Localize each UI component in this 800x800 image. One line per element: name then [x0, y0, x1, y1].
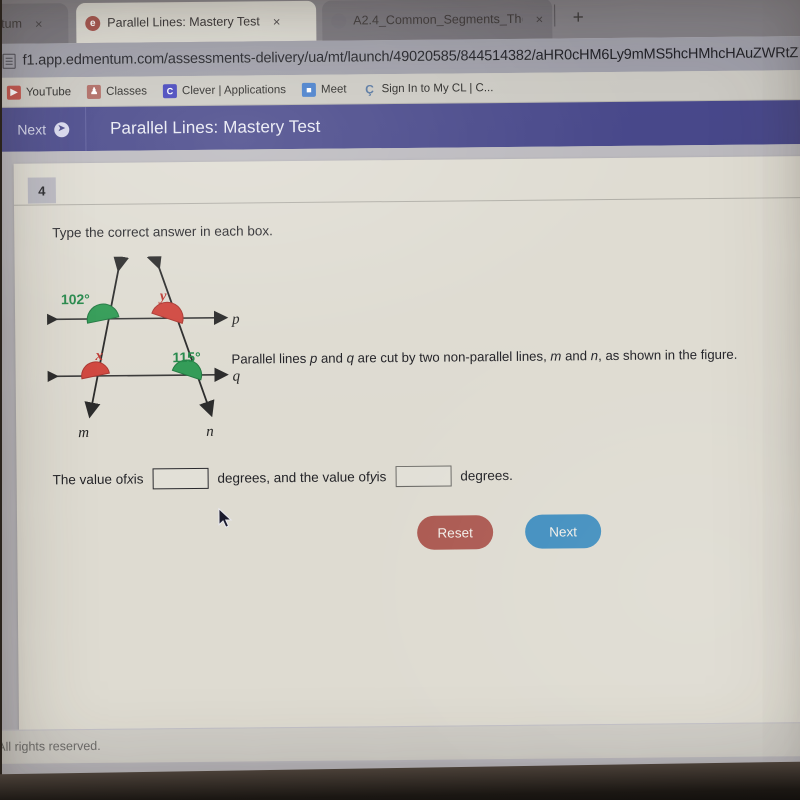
next-button[interactable]: Next: [524, 514, 602, 549]
question-divider: [13, 197, 800, 206]
browser-tab-2-title: Parallel Lines: Mastery Test: [107, 14, 260, 30]
angle-label-x: x: [94, 348, 103, 364]
tab-divider: [554, 4, 556, 27]
answer-part-2: is: [133, 471, 144, 487]
line-label-m: m: [78, 425, 89, 441]
screen-photo: entum × e Parallel Lines: Mastery Test ×…: [0, 0, 800, 800]
answer-part-1: The value of: [52, 471, 127, 488]
answer-input-x[interactable]: [152, 467, 209, 490]
new-tab-button[interactable]: +: [566, 6, 590, 30]
browser-tab-3-title: A2.4_Common_Segments_Theor: [353, 11, 523, 28]
line-label-q: q: [233, 369, 241, 385]
globe-favicon: [331, 13, 347, 29]
clever-icon: C: [162, 83, 178, 98]
browser-tab-1-title: entum: [0, 16, 23, 31]
arrow-right-icon: ➤: [53, 121, 70, 137]
body-part-5: , as shown in the figure.: [597, 346, 738, 364]
bookmark-classes-label: Classes: [106, 84, 148, 98]
browser-tab-2-close-icon[interactable]: ×: [273, 14, 281, 29]
question-number-badge: 4: [27, 177, 56, 204]
angle-label-115: 115°: [172, 349, 200, 365]
browser-tab-3[interactable]: A2.4_Common_Segments_Theor ×: [322, 0, 553, 41]
bookmark-youtube-label: YouTube: [25, 85, 72, 99]
body-var-p: p: [309, 350, 318, 366]
youtube-icon: ▶: [6, 85, 21, 100]
page-title: Parallel Lines: Mastery Test: [109, 116, 321, 138]
footer-text: All rights reserved.: [0, 738, 101, 754]
browser-tab-3-close-icon[interactable]: ×: [536, 11, 544, 26]
line-p: [46, 310, 229, 327]
question-prompt: Type the correct answer in each box.: [52, 223, 273, 241]
question-card: 4 Type the correct answer in each box. 1…: [13, 156, 800, 732]
body-part-2: and: [317, 350, 347, 366]
edmentum-favicon: e: [85, 15, 101, 31]
action-buttons: Reset Next: [416, 514, 602, 550]
browser-tab-1[interactable]: entum ×: [0, 3, 69, 45]
browser-tab-2[interactable]: e Parallel Lines: Mastery Test ×: [76, 0, 317, 44]
bookmark-clever-label: Clever | Applications: [181, 83, 287, 97]
bookmark-classes[interactable]: ♟ Classes: [87, 84, 147, 99]
answer-part-3: degrees, and the value of: [217, 469, 370, 486]
bookmark-signin-label: Sign In to My CL | C...: [381, 81, 494, 95]
address-bar-url: f1.app.edmentum.com/assessments-delivery…: [22, 45, 799, 69]
classroom-icon: ♟: [87, 84, 102, 99]
question-body-text: Parallel lines p and q are cut by two no…: [231, 345, 800, 368]
mouse-cursor: [218, 507, 234, 535]
bookmark-youtube[interactable]: ▶ YouTube: [6, 85, 72, 100]
angle-label-102: 102°: [61, 291, 90, 307]
meet-icon: ■: [301, 82, 317, 97]
bookmark-meet[interactable]: ■ Meet: [301, 82, 347, 97]
body-part-1: Parallel lines: [231, 350, 310, 367]
header-next-label: Next: [17, 121, 47, 138]
bookmark-clever[interactable]: C Clever | Applications: [162, 83, 287, 98]
body-var-n: n: [590, 348, 599, 364]
answer-part-5: degrees.: [460, 467, 513, 484]
angle-label-y: y: [158, 288, 167, 304]
page-info-icon[interactable]: [2, 53, 16, 69]
line-label-n: n: [206, 424, 214, 440]
answer-line: The value of x is degrees, and the value …: [53, 465, 513, 490]
body-part-3: are cut by two non-parallel lines,: [353, 348, 551, 366]
signin-icon: Ç: [365, 81, 374, 96]
monitor-screen: entum × e Parallel Lines: Mastery Test ×…: [0, 0, 800, 790]
reset-button[interactable]: Reset: [416, 515, 494, 550]
header-next-button[interactable]: Next ➤: [0, 107, 87, 152]
assessment-header: Next ➤ Parallel Lines: Mastery Test: [0, 100, 800, 152]
bookmark-meet-label: Meet: [320, 83, 347, 96]
line-label-p: p: [231, 312, 240, 328]
line-m: [84, 255, 129, 419]
answer-part-4: is: [376, 469, 387, 485]
body-var-m: m: [550, 348, 562, 364]
browser-tab-1-close-icon[interactable]: ×: [35, 16, 43, 31]
body-part-4: and: [561, 348, 591, 364]
angle-arc-y: [151, 301, 184, 324]
bookmark-signin[interactable]: Ç Sign In to My CL | C...: [362, 81, 493, 96]
answer-input-y[interactable]: [395, 465, 452, 488]
monitor-bezel-left: [0, 0, 2, 800]
